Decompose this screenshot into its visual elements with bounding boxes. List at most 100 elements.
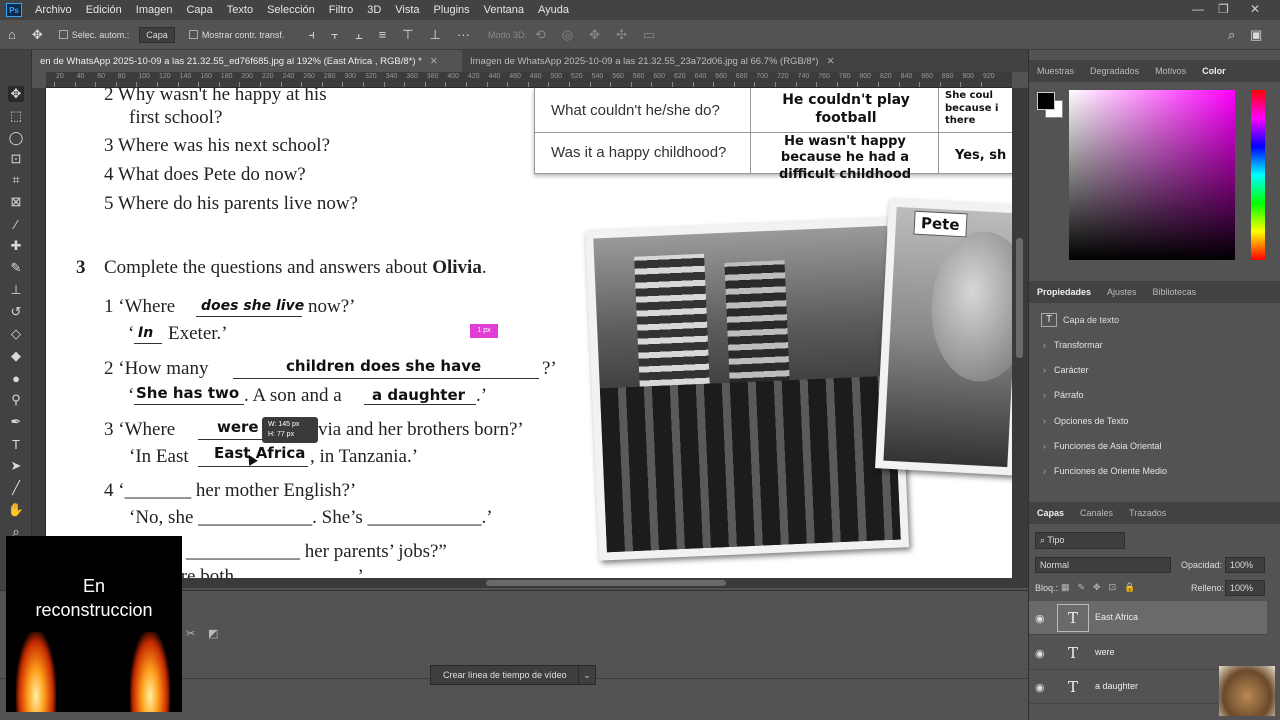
eye-icon[interactable]: ◉ — [1035, 681, 1045, 694]
props-text-options[interactable]: Opciones de Texto — [1043, 416, 1128, 426]
opacity-field[interactable]: 100% — [1225, 557, 1265, 573]
move-tool-icon[interactable]: ✥ — [8, 86, 24, 102]
lock-icons[interactable]: ▦✎✥⊡🔒 — [1061, 582, 1143, 593]
ruler-tick — [445, 82, 447, 87]
align-left-icon[interactable]: ⫞ — [308, 27, 315, 43]
pen-tool-icon[interactable]: ✒ — [8, 414, 24, 430]
create-video-timeline-button[interactable]: Crear línea de tiempo de vídeo — [430, 665, 580, 685]
more-options-icon[interactable]: ··· — [457, 27, 470, 42]
layer-filter-select[interactable]: ⌕ Tipo — [1035, 532, 1125, 549]
foreground-color-swatch[interactable] — [1037, 92, 1055, 110]
tab-color[interactable]: Color — [1194, 66, 1234, 76]
menu-ventana[interactable]: Ventana — [477, 4, 531, 16]
eye-icon[interactable]: ◉ — [1035, 612, 1045, 625]
menu-edicion[interactable]: Edición — [79, 4, 129, 16]
tab-ajustes[interactable]: Ajustes — [1099, 287, 1145, 297]
question-line: ____________ her parents’ jobs?” — [186, 541, 447, 562]
align-middle-icon[interactable]: ⊥ — [430, 27, 441, 43]
minimize-icon[interactable]: — — [1192, 2, 1204, 16]
hue-slider[interactable] — [1251, 90, 1265, 260]
close-window-icon[interactable]: ✕ — [1250, 2, 1260, 16]
restore-icon[interactable]: ❐ — [1218, 2, 1229, 16]
props-paragraph[interactable]: Párrafo — [1043, 390, 1084, 400]
home-icon[interactable]: ⌂ — [8, 27, 16, 42]
chevron-down-icon[interactable]: ⌄ — [578, 665, 596, 685]
props-east-asian[interactable]: Funciones de Asia Oriental — [1043, 441, 1162, 451]
quick-select-tool-icon[interactable]: ⊡ — [8, 151, 24, 167]
ruler-label: 280 — [323, 73, 336, 80]
layer-select[interactable]: Capa — [139, 26, 175, 43]
auto-select-checkbox[interactable] — [58, 30, 68, 39]
lasso-tool-icon[interactable]: ◯ — [8, 130, 24, 146]
path-select-icon[interactable]: ➤ — [8, 458, 24, 474]
align-center-icon[interactable]: ⫟ — [331, 27, 339, 43]
color-picker-field[interactable] — [1069, 90, 1235, 260]
brush-tool-icon[interactable]: ✎ — [8, 260, 24, 276]
pan-3d-icon[interactable]: ✥ — [589, 27, 600, 43]
align-distribute-icon[interactable]: ≡ — [379, 27, 387, 42]
eraser-tool-icon[interactable]: ◇ — [8, 326, 24, 342]
ruler-label: 420 — [468, 73, 480, 80]
ruler-tick — [836, 82, 838, 87]
healing-tool-icon[interactable]: ✚ — [8, 238, 24, 254]
tab-document-1[interactable]: en de WhatsApp 2025-10-09 a las 21.32.55… — [32, 50, 462, 72]
menu-capa[interactable]: Capa — [179, 4, 219, 16]
layer-row[interactable]: ◉ T East Africa — [1029, 601, 1267, 635]
menu-seleccion[interactable]: Selección — [260, 4, 322, 16]
layer-row[interactable]: ◉ T were — [1029, 636, 1267, 670]
tab-canales[interactable]: Canales — [1072, 508, 1121, 518]
crop-tool-icon[interactable]: ⌗ — [8, 172, 24, 188]
eyedropper-tool-icon[interactable]: ⁄ — [8, 216, 24, 232]
menu-filtro[interactable]: Filtro — [322, 4, 360, 16]
hand-tool-icon[interactable]: ✋ — [8, 502, 24, 518]
fire-icon — [16, 632, 56, 712]
tab-trazados[interactable]: Trazados — [1121, 508, 1174, 518]
camera-3d-icon[interactable]: ▭ — [643, 27, 655, 43]
timeline-cut-icon[interactable]: ✂ — [186, 627, 195, 640]
stamp-tool-icon[interactable]: ⊥ — [8, 282, 24, 298]
type-tool-icon[interactable]: T — [8, 436, 24, 452]
menu-vista[interactable]: Vista — [388, 4, 426, 16]
tab-propiedades[interactable]: Propiedades — [1029, 287, 1099, 297]
menu-plugins[interactable]: Plugins — [427, 4, 477, 16]
move-tool-icon[interactable]: ✥ — [32, 27, 43, 43]
roll-3d-icon[interactable]: ◎ — [562, 27, 573, 43]
close-tab-icon[interactable]: ✕ — [430, 56, 438, 67]
close-tab-icon[interactable]: ✕ — [827, 56, 835, 67]
align-top-icon[interactable]: ⊤ — [402, 27, 413, 43]
tab-motivos[interactable]: Motivos — [1147, 66, 1194, 76]
timeline-transition-icon[interactable]: ◩ — [208, 627, 218, 640]
align-right-icon[interactable]: ⫠ — [355, 27, 363, 43]
tab-document-2[interactable]: Imagen de WhatsApp 2025-10-09 a las 21.3… — [462, 50, 843, 72]
document-canvas[interactable]: What couldn't he/she do? He couldn't pla… — [46, 88, 1012, 578]
vertical-scrollbar[interactable] — [1012, 88, 1028, 588]
eye-icon[interactable]: ◉ — [1035, 647, 1045, 660]
tab-muestras[interactable]: Muestras — [1029, 66, 1082, 76]
transform-checkbox[interactable] — [188, 30, 198, 39]
blend-mode-select[interactable]: Normal — [1035, 557, 1171, 573]
props-transform[interactable]: Transformar — [1043, 340, 1103, 350]
frame-tool-icon[interactable]: ⊠ — [8, 194, 24, 210]
tab-bibliotecas[interactable]: Bibliotecas — [1145, 287, 1205, 297]
search-icon[interactable]: ⌕ — [1228, 27, 1235, 43]
marquee-tool-icon[interactable]: ⬚ — [8, 108, 24, 124]
tab-capas[interactable]: Capas — [1029, 508, 1072, 518]
dodge-tool-icon[interactable]: ⚲ — [8, 392, 24, 408]
paint-bucket-icon[interactable]: ◆ — [8, 348, 24, 364]
history-brush-icon[interactable]: ↺ — [8, 304, 24, 320]
tab-degradados[interactable]: Degradados — [1082, 66, 1147, 76]
orbit-3d-icon[interactable]: ⟲ — [535, 27, 546, 43]
line-tool-icon[interactable]: ╱ — [8, 480, 24, 496]
menu-texto[interactable]: Texto — [220, 4, 260, 16]
menu-archivo[interactable]: Archivo — [28, 4, 79, 16]
workspace-icon[interactable]: ▣ — [1250, 27, 1262, 43]
menu-imagen[interactable]: Imagen — [129, 4, 180, 16]
props-middle-east[interactable]: Funciones de Oriente Medio — [1043, 466, 1167, 476]
props-character[interactable]: Carácter — [1043, 365, 1089, 375]
horizontal-scrollbar[interactable] — [46, 578, 1012, 588]
slide-3d-icon[interactable]: ✣ — [616, 27, 627, 43]
menu-3d[interactable]: 3D — [360, 4, 388, 16]
fill-field[interactable]: 100% — [1225, 580, 1265, 596]
blur-tool-icon[interactable]: ● — [8, 370, 24, 386]
menu-ayuda[interactable]: Ayuda — [531, 4, 576, 16]
